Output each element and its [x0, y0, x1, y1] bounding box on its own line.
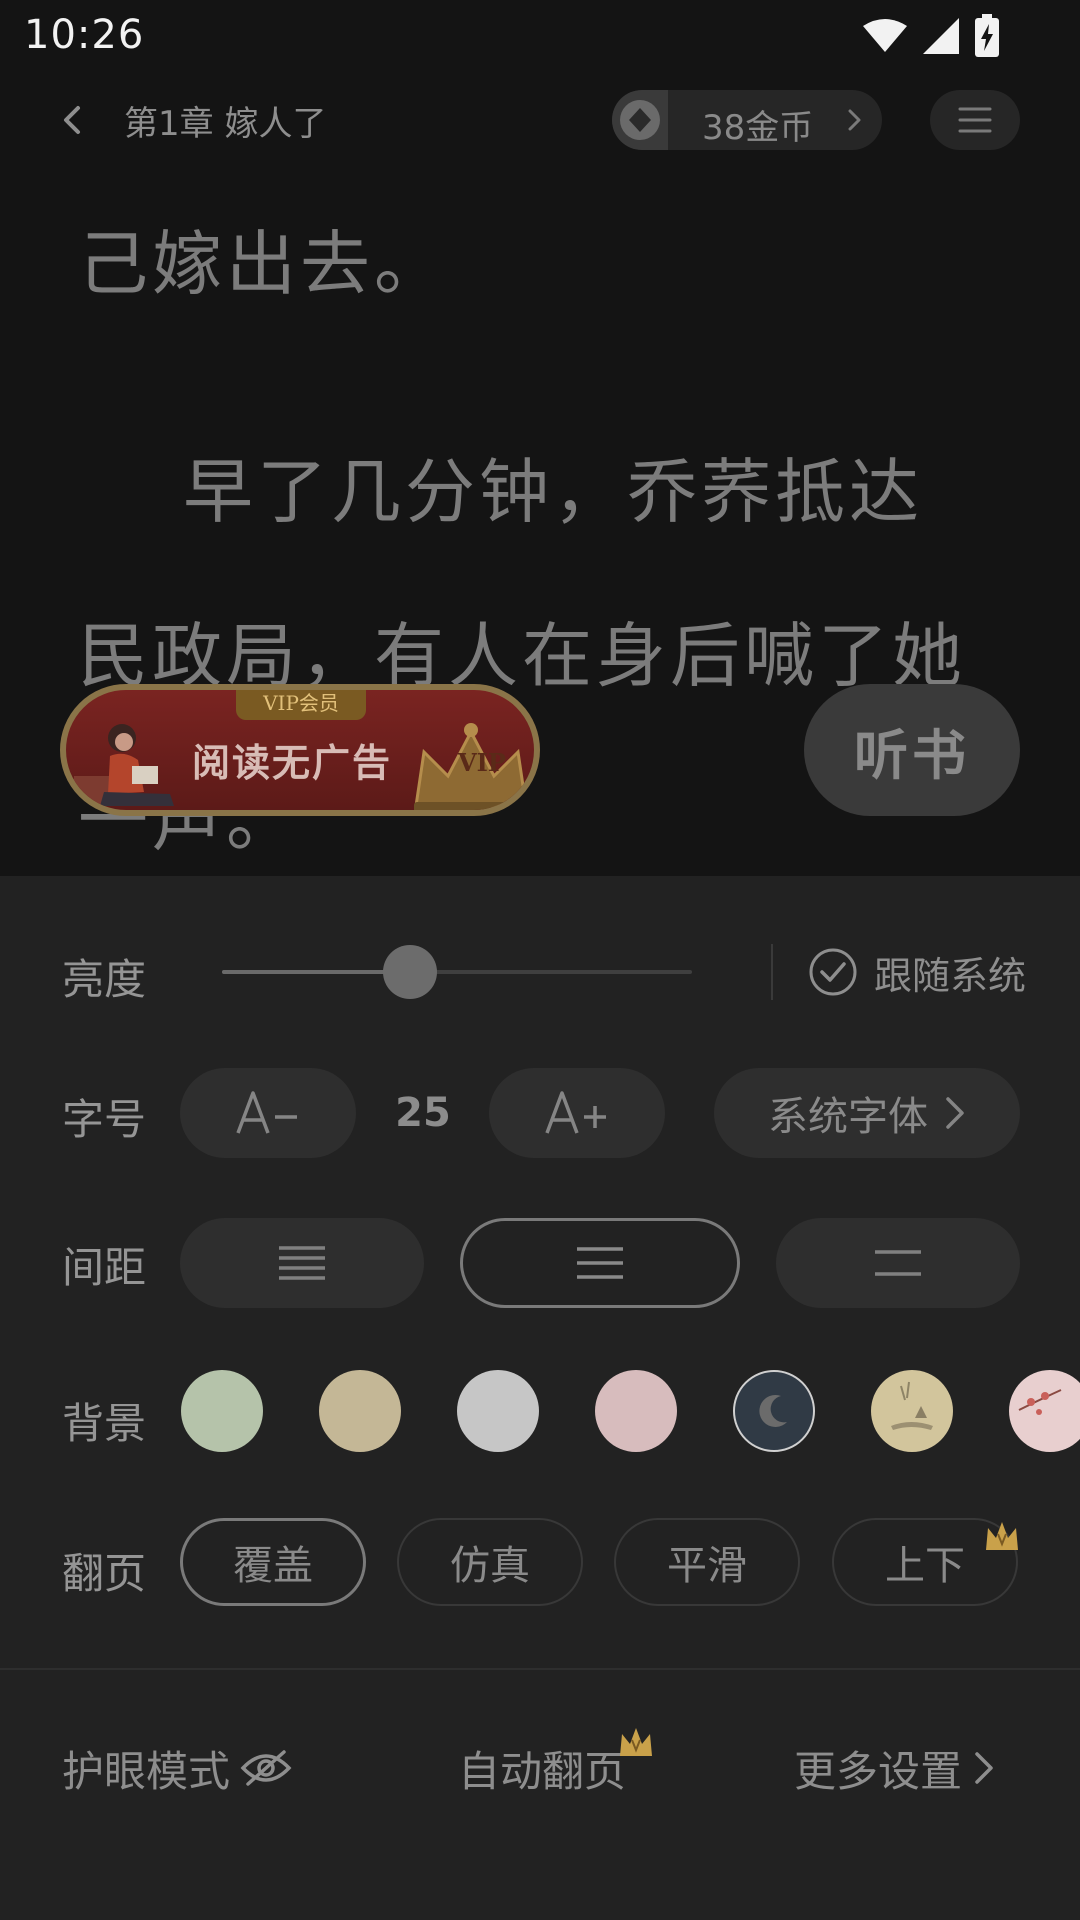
vip-crown-text: VIP	[458, 748, 506, 777]
line-spacing-compact-icon	[279, 1246, 325, 1280]
status-bar: 10:26	[0, 0, 1080, 72]
page-turn-simulation-label: 仿真	[450, 1543, 530, 1589]
page-turn-vertical-label: 上下	[885, 1543, 965, 1589]
brightness-slider[interactable]	[222, 945, 692, 999]
font-family-button[interactable]: 系统字体	[714, 1068, 1020, 1158]
font-size-value: 25	[395, 1090, 451, 1136]
plum-blossom-icon	[1018, 1389, 1062, 1415]
page-turn-smooth-button[interactable]: 平滑	[614, 1518, 800, 1606]
background-swatch-night[interactable]	[733, 1370, 815, 1452]
reader-settings-panel: 亮度 跟随系统 字号 25 系统字体 间距 背景 翻页 覆盖 仿真 平滑 上下 …	[0, 876, 1080, 1920]
chapter-title: 第1章 嫁人了	[124, 104, 327, 144]
font-size-label: 字号	[62, 1095, 147, 1144]
background-swatch-gray[interactable]	[457, 1370, 539, 1452]
line-spacing-loose-icon	[875, 1250, 921, 1276]
battery-charging-icon	[975, 14, 999, 57]
chevron-right-icon	[975, 1752, 993, 1784]
coin-balance-button[interactable]: 38金币	[612, 90, 882, 150]
background-swatch-green[interactable]	[181, 1370, 263, 1452]
article-line: 早了几分钟，乔荞抵达	[78, 451, 924, 533]
background-swatch-plum-blossom[interactable]	[1009, 1370, 1080, 1452]
font-family-label: 系统字体	[768, 1094, 928, 1140]
reading-girl-illustration	[74, 724, 174, 806]
panel-divider	[0, 1668, 1080, 1670]
page-turn-label: 翻页	[62, 1549, 147, 1598]
more-settings-button[interactable]: 更多设置	[794, 1738, 996, 1798]
cellular-signal-icon	[923, 18, 959, 54]
font-increase-icon	[545, 1091, 606, 1134]
page-turn-smooth-label: 平滑	[667, 1543, 747, 1589]
spacing-loose-button[interactable]	[776, 1218, 1020, 1308]
brightness-slider-thumb[interactable]	[383, 945, 437, 999]
auto-page-turn-label: 自动翻页	[458, 1746, 627, 1796]
listen-book-button[interactable]: 听书	[804, 684, 1020, 816]
ink-painting-icon	[891, 1381, 933, 1430]
line-spacing-medium-icon	[577, 1247, 623, 1279]
wifi-icon	[863, 19, 907, 52]
eye-care-mode-button[interactable]: 护眼模式	[62, 1738, 292, 1798]
brightness-slider-fill	[222, 970, 410, 974]
background-swatch-tan[interactable]	[319, 1370, 401, 1452]
coin-icon	[612, 90, 668, 150]
auto-page-turn-button[interactable]: 自动翻页	[458, 1738, 626, 1798]
chevron-right-icon	[848, 109, 861, 131]
background-swatch-pink[interactable]	[595, 1370, 677, 1452]
vip-crown-badge-icon	[986, 1522, 1018, 1550]
menu-icon	[958, 107, 992, 133]
vip-no-ads-banner[interactable]: VIP会员 阅读无广告 VIP	[60, 684, 540, 816]
page-turn-simulation-button[interactable]: 仿真	[397, 1518, 583, 1606]
spacing-medium-button[interactable]	[460, 1218, 740, 1308]
eye-off-icon	[240, 1750, 292, 1786]
check-circle-icon	[809, 948, 857, 996]
chevron-right-icon	[946, 1097, 964, 1129]
vip-crown-badge-icon	[620, 1728, 652, 1756]
vip-member-tag: VIP会员	[236, 690, 366, 720]
back-arrow-icon	[64, 106, 80, 134]
page-turn-cover-label: 覆盖	[233, 1543, 313, 1589]
font-size-increase-button[interactable]	[489, 1068, 665, 1158]
coin-balance: 38金币	[702, 108, 814, 148]
background-swatch-ink-painting[interactable]	[871, 1370, 953, 1452]
article-line: 己嫁出去。	[78, 223, 448, 305]
eye-care-mode-label: 护眼模式	[62, 1746, 231, 1796]
background-label: 背景	[62, 1399, 147, 1448]
font-size-decrease-button[interactable]	[180, 1068, 356, 1158]
divider	[771, 944, 773, 1000]
chapter-menu-button[interactable]	[930, 90, 1020, 150]
page-turn-cover-button[interactable]: 覆盖	[180, 1518, 366, 1606]
vip-banner-text: 阅读无广告	[192, 741, 393, 785]
spacing-label: 间距	[62, 1243, 147, 1292]
listen-book-label: 听书	[854, 722, 970, 787]
spacing-compact-button[interactable]	[180, 1218, 424, 1308]
status-time: 10:26	[24, 12, 145, 58]
reader-top-bar: 第1章 嫁人了 38金币	[0, 88, 1080, 152]
follow-system-toggle[interactable]: 跟随系统	[808, 946, 1026, 998]
brightness-label: 亮度	[62, 955, 147, 1004]
back-button[interactable]	[50, 98, 94, 142]
more-settings-label: 更多设置	[794, 1746, 963, 1796]
status-icons	[862, 12, 1000, 60]
font-decrease-icon	[236, 1091, 297, 1134]
follow-system-label: 跟随系统	[874, 953, 1027, 998]
moon-icon	[759, 1394, 787, 1427]
